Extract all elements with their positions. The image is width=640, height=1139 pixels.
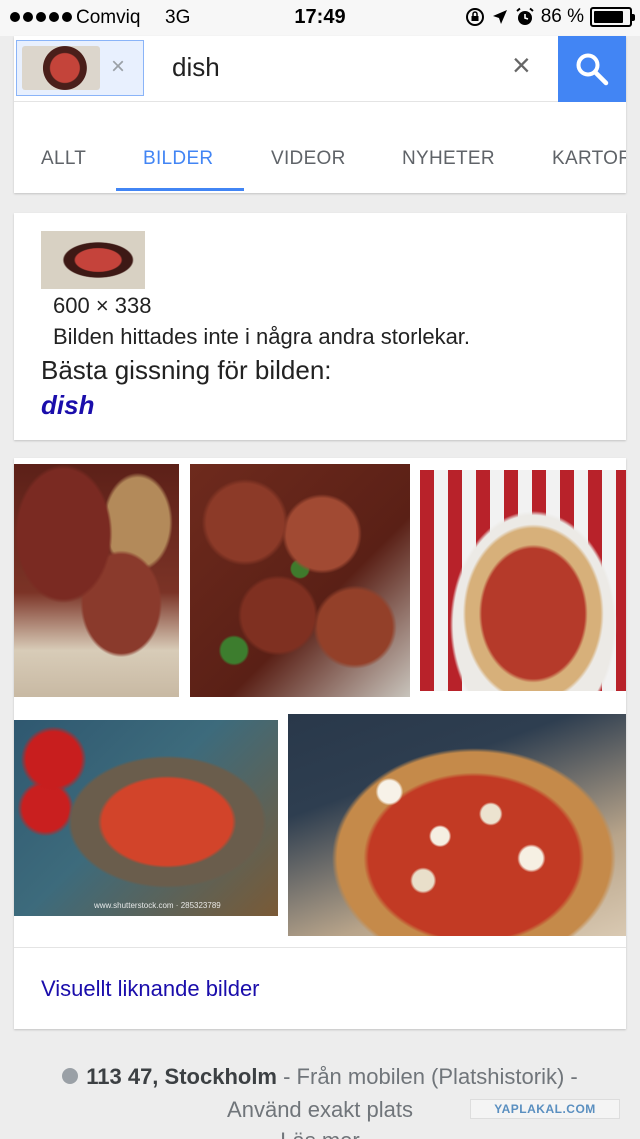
other-sizes-message: Bilden hittades inte i några andra storl… (53, 324, 471, 349)
tab-nyheter[interactable]: NYHETER (402, 148, 495, 170)
search-icon (576, 53, 609, 86)
orientation-lock-icon (465, 8, 484, 26)
location-arrow-icon (492, 10, 507, 24)
search-image-chip[interactable]: × (16, 40, 144, 96)
best-guess-link[interactable]: dish (41, 390, 94, 421)
location-source: - Från mobilen (Platshistorik) - (277, 1064, 578, 1089)
search-button[interactable] (558, 36, 626, 102)
similar-image-4[interactable]: www.shutterstock.com · 285323789 (14, 720, 278, 916)
query-image-preview[interactable] (41, 231, 145, 289)
search-bar: × dish × (14, 36, 626, 102)
similar-image-3[interactable] (420, 470, 626, 691)
best-guess-label: Bästa gissning för bilden: (41, 355, 332, 385)
site-watermark: YAPLAKAL.COM (470, 1099, 620, 1119)
location-dot-icon (62, 1068, 79, 1085)
status-icons: 86 % (465, 6, 635, 28)
similar-image-2[interactable] (190, 464, 410, 697)
tab-bilder[interactable]: BILDER (143, 148, 213, 170)
tab-kartor[interactable]: KARTOR (552, 148, 626, 170)
similar-images-card: www.shutterstock.com · 285323789 Visuell… (14, 458, 626, 1029)
similar-image-5[interactable] (288, 714, 626, 936)
remove-image-icon[interactable]: × (111, 53, 125, 81)
location-place: 113 47, Stockholm (86, 1064, 277, 1089)
visually-similar-link[interactable]: Visuellt liknande bilder (41, 976, 260, 1002)
search-tabs: ALLT BILDER VIDEOR NYHETER KARTOR (14, 122, 626, 193)
query-image-thumbnail (22, 46, 100, 90)
alarm-icon (516, 7, 534, 25)
similar-image-1[interactable] (14, 464, 179, 697)
image-result-card: 600 × 338 Bilden hittades inte i några a… (14, 213, 626, 440)
battery-icon (590, 7, 635, 27)
footer-more-link[interactable]: Läs mer (0, 1128, 640, 1139)
image-dimensions: 600 × 338 (53, 293, 152, 318)
battery-percent: 86 % (540, 6, 584, 27)
clear-search-icon[interactable]: × (512, 47, 531, 84)
search-header: × dish × ALLT BILDER VIDEOR NYHETER KART… (14, 36, 626, 193)
tab-videor[interactable]: VIDEOR (271, 148, 346, 170)
divider (14, 947, 626, 948)
status-bar: Comviq 3G 17:49 86 % (0, 0, 640, 36)
search-input[interactable]: dish (172, 52, 220, 83)
location-footer: 113 47, Stockholm - Från mobilen (Platsh… (0, 1064, 640, 1090)
image-watermark: www.shutterstock.com · 285323789 (94, 901, 221, 910)
tab-allt[interactable]: ALLT (41, 148, 86, 170)
active-tab-indicator (116, 188, 244, 191)
